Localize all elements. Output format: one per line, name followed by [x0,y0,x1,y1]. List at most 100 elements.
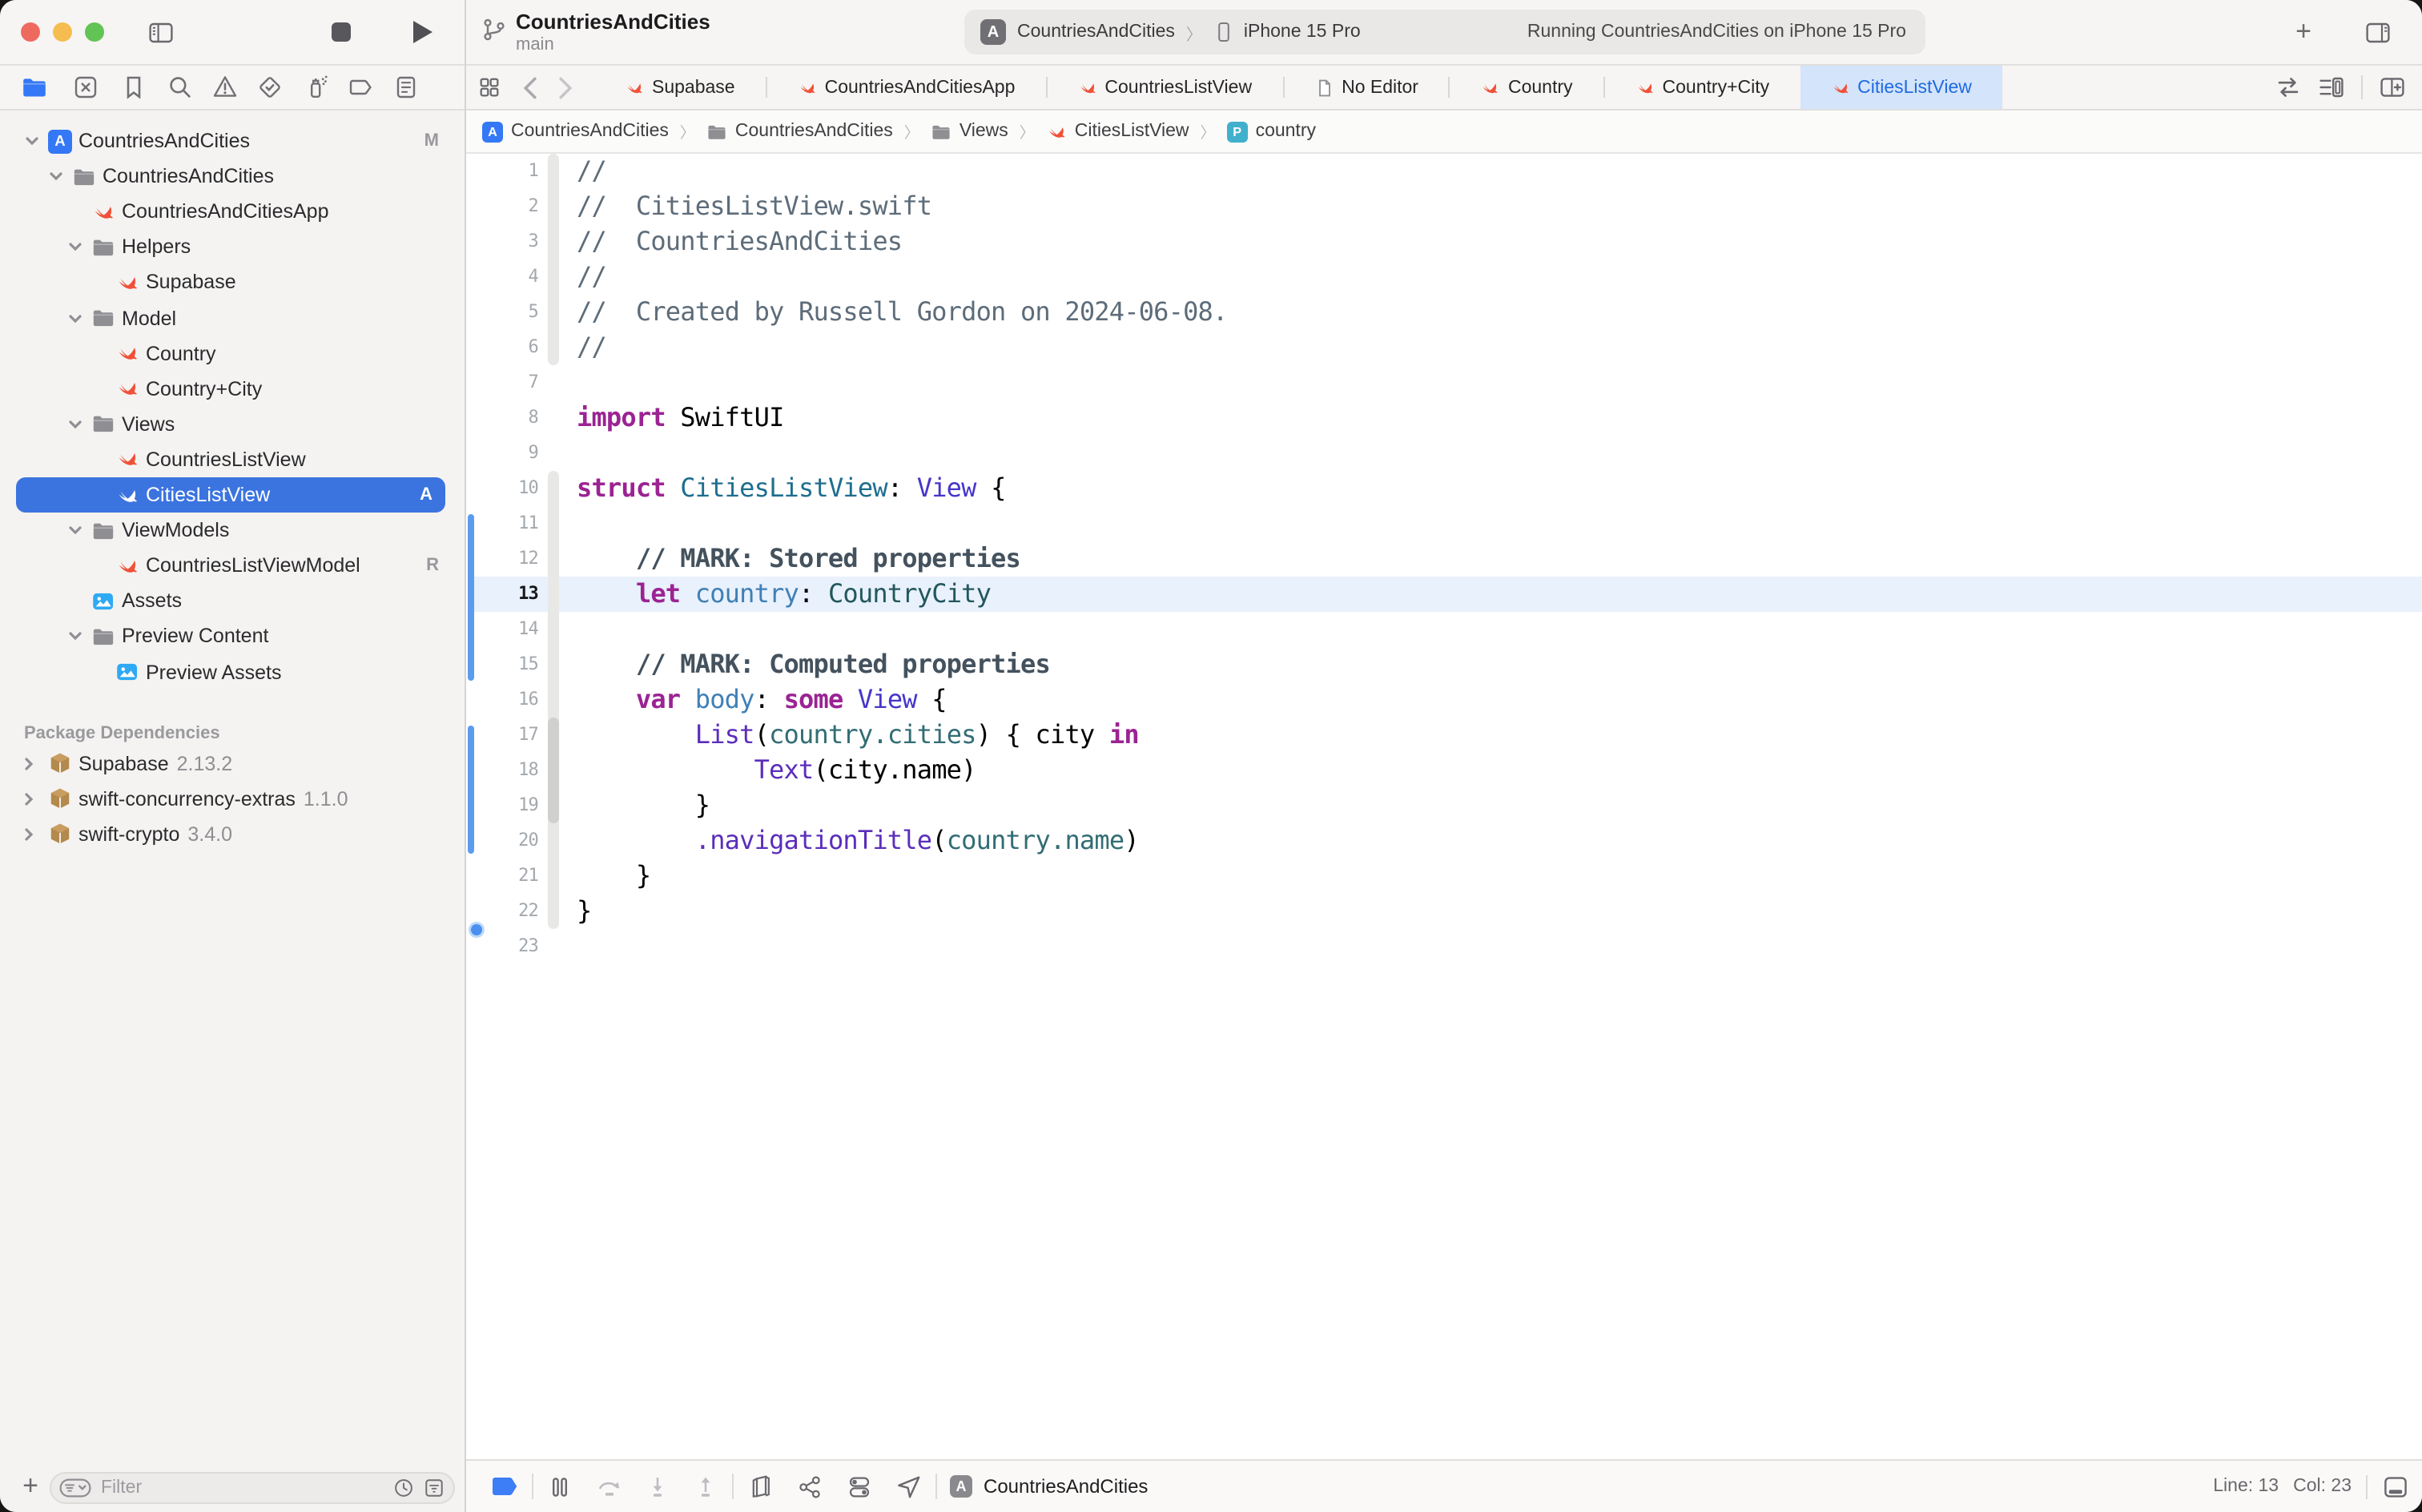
filter-menu-icon[interactable] [59,1478,91,1498]
sidebar-item-preview-assets[interactable]: Preview Assets [0,654,465,690]
sidebar-item-country-city[interactable]: Country+City [0,371,465,406]
sidebar-item-supabase[interactable]: Supabase [0,265,465,300]
go-forward-button[interactable] [540,66,594,109]
disclosure-chevron-icon[interactable] [67,522,83,538]
code-line-16[interactable]: 16 var body: some View { [466,682,2422,718]
recent-files-clock-icon[interactable] [392,1477,415,1499]
line-number[interactable]: 23 [476,929,538,964]
line-number[interactable]: 11 [476,506,538,541]
step-out-icon[interactable] [692,1473,719,1500]
code-line-14[interactable]: 14 [466,612,2422,647]
code-line-23[interactable]: 23 [466,929,2422,964]
line-number[interactable]: 12 [476,541,538,577]
line-number[interactable]: 22 [476,894,538,929]
split-editor-icon[interactable] [2379,74,2406,101]
code-line-3[interactable]: 3// CountriesAndCities [466,224,2422,259]
disclosure-chevron-icon[interactable] [21,826,37,842]
code-line-2[interactable]: 2// CitiesListView.swift [466,189,2422,224]
code-line-1[interactable]: 1// [466,154,2422,189]
code-line-18[interactable]: 18 Text(city.name) [466,753,2422,788]
bookmark-navigator-icon[interactable] [120,74,147,101]
scheme-destination-bar[interactable]: A CountriesAndCities 〉 iPhone 15 Pro Run… [964,10,1925,54]
disclosure-chevron-icon[interactable] [48,168,64,184]
package-item-swift-concurrency-extras[interactable]: swift-concurrency-extras1.1.0 [0,781,465,816]
code-line-8[interactable]: 8import SwiftUI [466,400,2422,436]
package-item-swift-crypto[interactable]: swift-crypto3.4.0 [0,817,465,852]
debug-navigator-icon[interactable] [303,74,330,101]
line-number[interactable]: 15 [476,647,538,682]
disclosure-chevron-icon[interactable] [67,239,83,255]
run-destination[interactable]: iPhone 15 Pro [1244,22,1361,42]
sidebar-item-assets[interactable]: Assets [0,584,465,619]
sidebar-item-countrieslistviewmodel[interactable]: CountriesListViewModelR [0,548,465,583]
sidebar-item-views[interactable]: Views [0,407,465,442]
minimize-window-button[interactable] [53,22,72,42]
sidebar-item-preview-content[interactable]: Preview Content [0,619,465,654]
line-number[interactable]: 14 [476,612,538,647]
toggle-navigator-button[interactable] [141,13,179,51]
editor-tab-country[interactable]: Country [1450,66,1603,109]
code-line-5[interactable]: 5// Created by Russell Gordon on 2024-06… [466,295,2422,330]
code-line-6[interactable]: 6// [466,330,2422,365]
sidebar-item-countriesandcities[interactable]: CountriesAndCities [0,159,465,194]
line-number[interactable]: 17 [476,718,538,753]
code-line-11[interactable]: 11 [466,506,2422,541]
editor-tab-no-editor[interactable]: No Editor [1284,66,1449,109]
find-navigator-icon[interactable] [167,74,194,101]
source-control-navigator-icon[interactable] [72,74,99,101]
line-number[interactable]: 13 [476,577,538,612]
sidebar-item-countriesandcitiesapp[interactable]: CountriesAndCitiesApp [0,194,465,229]
line-number[interactable]: 5 [476,295,538,330]
line-number[interactable]: 10 [476,471,538,506]
environment-overrides-icon[interactable] [846,1473,873,1500]
add-file-button[interactable]: + [16,1467,45,1506]
simulate-location-icon[interactable] [895,1473,923,1500]
breakpoint-navigator-icon[interactable] [348,74,375,101]
source-code-editor[interactable]: 1//2// CitiesListView.swift3// Countries… [466,154,2422,1461]
sidebar-item-model[interactable]: Model [0,300,465,336]
line-number[interactable]: 19 [476,788,538,823]
report-navigator-icon[interactable] [392,74,420,101]
stop-button[interactable] [322,13,360,51]
line-number[interactable]: 6 [476,330,538,365]
jump-bar[interactable]: ACountriesAndCities〉CountriesAndCities〉V… [466,111,2422,154]
scheme-name[interactable]: CountriesAndCities [1017,22,1175,42]
test-navigator-icon[interactable] [256,74,284,101]
disclosure-chevron-icon[interactable] [21,790,37,806]
line-number[interactable]: 18 [476,753,538,788]
line-number[interactable]: 1 [476,154,538,189]
line-number[interactable]: 7 [476,365,538,400]
line-number[interactable]: 8 [476,400,538,436]
disclosure-chevron-icon[interactable] [24,133,40,149]
toggle-debug-area-icon[interactable] [2382,1473,2409,1500]
sidebar-item-country[interactable]: Country [0,336,465,371]
code-line-7[interactable]: 7 [466,365,2422,400]
code-line-15[interactable]: 15 // MARK: Computed properties [466,647,2422,682]
disclosure-chevron-icon[interactable] [67,310,83,326]
running-process-name[interactable]: CountriesAndCities [984,1475,1148,1498]
line-number[interactable]: 16 [476,682,538,718]
issue-navigator-icon[interactable] [211,74,239,101]
line-number[interactable]: 2 [476,189,538,224]
breadcrumb-item-citieslistview[interactable]: CitiesListView [1046,121,1189,142]
line-number[interactable]: 3 [476,224,538,259]
breadcrumb-item-countriesandcities[interactable]: ACountriesAndCities [482,121,669,142]
package-item-supabase[interactable]: Supabase2.13.2 [0,746,465,781]
code-line-21[interactable]: 21 } [466,859,2422,894]
sidebar-item-countriesandcities[interactable]: ACountriesAndCitiesM [0,123,465,159]
editor-tab-citieslistview[interactable]: CitiesListView [1800,66,2002,109]
disclosure-chevron-icon[interactable] [67,416,83,432]
breadcrumb-item-countriesandcities[interactable]: CountriesAndCities [706,121,893,142]
related-items-button[interactable] [465,66,501,109]
code-line-19[interactable]: 19 } [466,788,2422,823]
filter-field[interactable]: Filter [50,1472,455,1504]
line-number[interactable]: 21 [476,859,538,894]
line-number[interactable]: 20 [476,823,538,859]
sidebar-item-citieslistview[interactable]: CitiesListViewA [16,477,445,513]
close-window-button[interactable] [21,22,40,42]
breakpoints-toggle-icon[interactable] [492,1477,519,1496]
code-line-10[interactable]: 10struct CitiesListView: View { [466,471,2422,506]
code-line-13[interactable]: 13 let country: CountryCity [466,577,2422,612]
code-line-9[interactable]: 9 [466,436,2422,471]
code-line-4[interactable]: 4// [466,259,2422,295]
